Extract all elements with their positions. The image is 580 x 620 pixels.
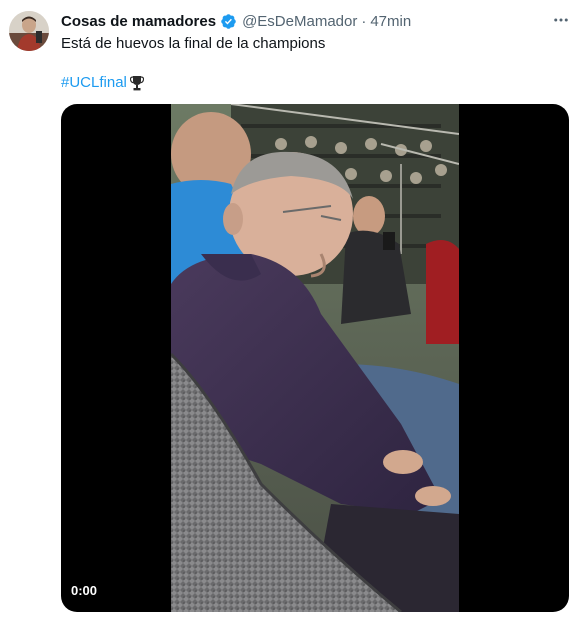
verified-badge-icon[interactable] <box>220 13 237 30</box>
tweet-header: Cosas de mamadores @EsDeMamador · 47min <box>61 10 411 32</box>
tweet[interactable]: Cosas de mamadores @EsDeMamador · 47min … <box>0 0 580 620</box>
tweet-text: Está de huevos la final de la champions <box>61 35 326 52</box>
hashtag-link[interactable]: #UCLfinal <box>61 73 127 93</box>
video-timer: 0:00 <box>71 583 98 598</box>
handle[interactable]: @EsDeMamador <box>242 13 357 30</box>
display-name[interactable]: Cosas de mamadores <box>61 13 216 30</box>
more-options-icon[interactable] <box>550 10 572 30</box>
separator-dot: · <box>361 12 367 30</box>
video-player[interactable]: 0:00 <box>61 104 569 612</box>
avatar[interactable] <box>9 11 49 51</box>
hashtag-line: #UCLfinal <box>61 73 144 93</box>
video-thumbnail[interactable] <box>171 104 459 612</box>
timestamp[interactable]: 47min <box>370 13 411 30</box>
engagement-bar-partial <box>61 614 261 620</box>
trophy-emoji-icon <box>129 75 144 91</box>
